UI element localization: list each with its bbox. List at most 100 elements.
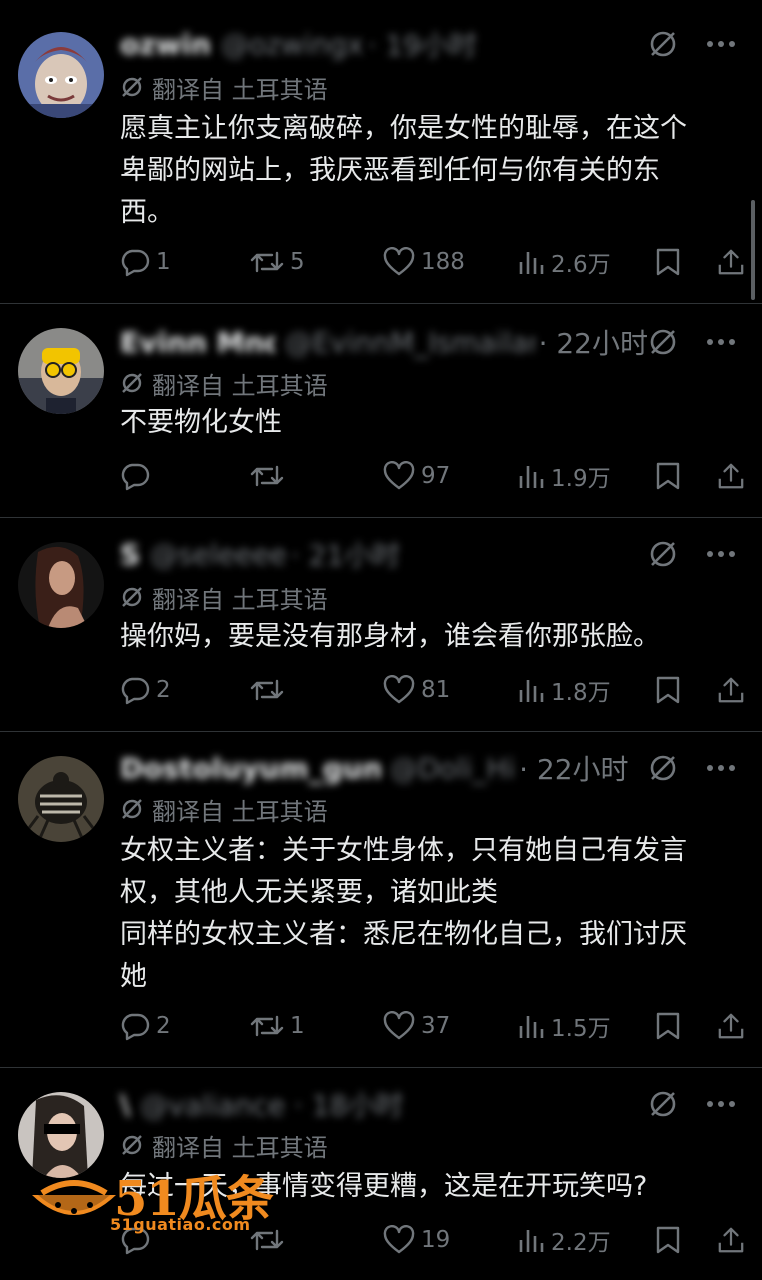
repost-button[interactable]: 1 (250, 1011, 383, 1041)
bookmark-icon (656, 462, 680, 490)
more-icon[interactable] (706, 338, 736, 346)
post-text: 女权主义者：关于女性身体，只有她自己有发言 权，其他人无关紧要，诸如此类 同样的… (120, 835, 687, 992)
translation-text: 翻译自 土耳其语 (152, 75, 328, 104)
like-button[interactable]: 19 (383, 1225, 517, 1255)
timestamp[interactable]: · 22小时 (519, 748, 628, 788)
watermark: 51瓜条 51guatiao.com (28, 1165, 274, 1243)
grok-icon[interactable] (648, 327, 678, 357)
translation-label[interactable]: 翻译自 土耳其语 (120, 792, 328, 826)
post[interactable]: S @seleeee · 21小时 翻译自 土耳其语 操你妈，要是没有那身材，谁… (0, 518, 762, 732)
view-count: 1.5万 (551, 1016, 611, 1042)
bookmark-button[interactable] (655, 675, 717, 705)
views-button[interactable]: 1.8万 (517, 673, 655, 707)
reply-button[interactable] (120, 461, 250, 491)
avatar[interactable] (18, 542, 104, 628)
translation-text: 翻译自 土耳其语 (152, 1133, 328, 1162)
like-button[interactable]: 97 (383, 461, 517, 491)
avatar[interactable] (18, 32, 104, 118)
author-handle[interactable]: @valiance · 18小时 (140, 1084, 403, 1124)
reply-icon (121, 463, 150, 491)
reply-count: 2 (156, 677, 171, 703)
share-button[interactable] (717, 247, 745, 277)
share-button[interactable] (717, 1225, 745, 1255)
share-button[interactable] (717, 461, 745, 491)
more-icon[interactable] (706, 1100, 736, 1108)
like-icon (383, 247, 415, 276)
grok-icon[interactable] (648, 1089, 678, 1119)
bookmark-button[interactable] (655, 461, 717, 491)
author-handle[interactable]: @Doli_Hi (390, 752, 515, 785)
views-button[interactable]: 2.2万 (517, 1223, 655, 1257)
view-count: 1.8万 (551, 680, 611, 706)
author-handle[interactable]: @EvinnM_Ismailart (285, 326, 535, 359)
views-button[interactable]: 1.5万 (517, 1009, 655, 1043)
translation-label[interactable]: 翻译自 土耳其语 (120, 580, 328, 614)
translate-icon (122, 1135, 142, 1155)
reply-icon (121, 249, 150, 277)
share-icon (718, 1227, 744, 1253)
like-icon (383, 1011, 415, 1040)
post[interactable]: Evinn Mnd @EvinnM_Ismailart · 22小时 翻译自 土… (0, 304, 762, 518)
reply-count: 1 (156, 249, 171, 275)
share-button[interactable] (717, 675, 745, 705)
repost-icon (250, 679, 284, 701)
author-name[interactable]: S (120, 538, 140, 571)
like-icon (383, 1225, 415, 1254)
repost-count: 5 (290, 249, 305, 275)
repost-icon (250, 465, 284, 487)
scrollbar[interactable] (751, 200, 755, 300)
repost-icon (250, 251, 284, 273)
share-button[interactable] (717, 1011, 745, 1041)
avatar[interactable] (18, 328, 104, 414)
repost-button[interactable] (250, 1225, 383, 1255)
translation-label[interactable]: 翻译自 土耳其语 (120, 70, 328, 104)
bookmark-button[interactable] (655, 1225, 717, 1255)
grok-icon[interactable] (648, 753, 678, 783)
repost-count: 1 (290, 1013, 305, 1039)
translation-label[interactable]: 翻译自 土耳其语 (120, 366, 328, 400)
bookmark-button[interactable] (655, 247, 717, 277)
like-button[interactable]: 37 (383, 1011, 517, 1041)
avatar[interactable] (18, 756, 104, 842)
like-button[interactable]: 81 (383, 675, 517, 705)
reply-button[interactable]: 1 (120, 247, 250, 277)
repost-button[interactable] (250, 461, 383, 491)
post[interactable]: ozwin @ozwingx · 19小时 翻译自 土耳其语 愿真主让你支离破碎… (0, 0, 762, 304)
post[interactable]: Dostoluyum_gunes @Doli_Hi · 22小时 翻译自 土耳其… (0, 732, 762, 1068)
views-button[interactable]: 1.9万 (517, 459, 655, 493)
timestamp[interactable]: · 22小时 (539, 322, 648, 362)
author-name[interactable]: Dostoluyum_gunes (120, 752, 380, 785)
translation-text: 翻译自 土耳其语 (152, 371, 328, 400)
translation-label[interactable]: 翻译自 土耳其语 (120, 1128, 328, 1162)
author-handle[interactable]: @seleeee (150, 538, 287, 571)
views-button[interactable]: 2.6万 (517, 245, 655, 279)
more-icon[interactable] (706, 550, 736, 558)
more-icon[interactable] (706, 764, 736, 772)
author-name[interactable]: ozwin (120, 28, 211, 61)
translate-icon (122, 77, 142, 97)
more-icon[interactable] (706, 40, 736, 48)
grok-icon[interactable] (648, 539, 678, 569)
reply-icon (121, 1013, 150, 1041)
timestamp[interactable]: · 19小时 (368, 24, 477, 64)
translate-icon (122, 373, 142, 393)
author-name[interactable]: \ (120, 1088, 130, 1121)
author-name[interactable]: Evinn Mnd (120, 326, 275, 359)
repost-button[interactable]: 5 (250, 247, 383, 277)
like-count: 19 (421, 1227, 451, 1253)
action-bar: 1 5 188 2.6万 (120, 242, 745, 282)
timestamp[interactable]: · 21小时 (291, 534, 400, 574)
bookmark-icon (656, 676, 680, 704)
post-text: 愿真主让你支离破碎，你是女性的耻辱，在这个 卑鄙的网站上，我厌恶看到任何与你有关… (120, 113, 687, 228)
bookmark-button[interactable] (655, 1011, 717, 1041)
view-count: 1.9万 (551, 466, 611, 492)
repost-button[interactable] (250, 675, 383, 705)
reply-button[interactable]: 2 (120, 1011, 250, 1041)
author-handle[interactable]: @ozwingx (221, 28, 364, 61)
watermark-url: 51guatiao.com (110, 1215, 251, 1234)
reply-button[interactable]: 2 (120, 675, 250, 705)
like-button[interactable]: 188 (383, 247, 517, 277)
grok-icon[interactable] (648, 29, 678, 59)
like-count: 81 (421, 677, 451, 703)
views-icon (519, 252, 544, 274)
